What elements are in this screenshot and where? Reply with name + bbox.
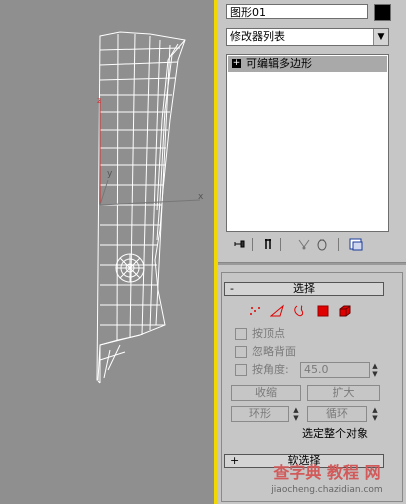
modifier-list-dropdown[interactable]: 修改器列表 ▼ [226,28,389,46]
border-icon[interactable] [292,304,306,318]
angle-spinner-arrows-icon[interactable]: ▲ ▼ [370,362,380,378]
ignore-backfacing-checkbox[interactable] [235,346,247,358]
pin-stack-icon[interactable] [232,236,248,252]
wireframe-mesh: y x z [96,31,204,384]
command-panel: 图形01 修改器列表 ▼ + 可编辑多边形 - 选择 按顶点 忽略背面 按角度:… [218,0,406,504]
by-vertex-checkbox[interactable] [235,328,247,340]
polygon-icon[interactable] [316,304,330,318]
expand-symbol: + [230,454,240,467]
subobject-level-icons [242,304,382,318]
collapse-symbol: - [230,282,234,295]
axis-label-z: z [97,96,101,105]
loop-spinner-icon[interactable]: ▲ ▼ [370,406,380,422]
edge-icon[interactable] [269,304,284,318]
angle-spinner-field[interactable]: 45.0 [300,362,370,378]
selection-rollout-header[interactable]: - 选择 [224,282,384,296]
panel-divider [218,262,406,265]
dropdown-arrow-icon[interactable]: ▼ [373,29,388,45]
stack-item-label: 可编辑多边形 [246,57,312,70]
watermark-main: 查字典 教程 网 [273,463,381,482]
watermark: 查字典 教程 网 jiaocheng.chazidian.com [252,462,402,502]
grow-button[interactable]: 扩大 [307,385,380,401]
vertex-icon[interactable] [248,304,262,318]
expand-icon[interactable]: + [232,59,241,68]
select-whole-object-label: 选定整个对象 [302,427,368,440]
selection-title: 选择 [293,282,315,295]
object-name-field[interactable]: 图形01 [226,4,368,19]
toolbar-separator [280,238,281,251]
make-unique-icon[interactable] [296,236,312,252]
axis-label-x: x [198,192,204,202]
shrink-button[interactable]: 收缩 [231,385,301,401]
loop-button[interactable]: 循环 [307,406,367,422]
viewport[interactable]: y x z [0,0,214,504]
ring-spinner-icon[interactable]: ▲ ▼ [291,406,301,422]
by-vertex-label: 按顶点 [252,327,285,340]
toolbar-separator [252,238,253,251]
stack-item-editable-poly[interactable]: + 可编辑多边形 [228,56,387,72]
stack-toolbar [226,236,389,252]
modifier-stack[interactable]: + 可编辑多边形 [226,54,389,232]
modifier-list-label: 修改器列表 [230,30,285,43]
remove-modifier-icon[interactable] [314,236,330,252]
configure-sets-icon[interactable] [348,236,364,252]
by-angle-label: 按角度: [252,363,289,376]
ring-button[interactable]: 环形 [231,406,289,422]
element-icon[interactable] [338,304,352,318]
object-color-swatch[interactable] [374,4,391,21]
by-angle-checkbox[interactable] [235,364,247,376]
watermark-url: jiaocheng.chazidian.com [271,485,383,495]
show-end-result-icon[interactable] [260,236,276,252]
toolbar-separator [338,238,339,251]
axis-label-y: y [107,169,113,179]
ignore-backfacing-label: 忽略背面 [252,345,296,358]
